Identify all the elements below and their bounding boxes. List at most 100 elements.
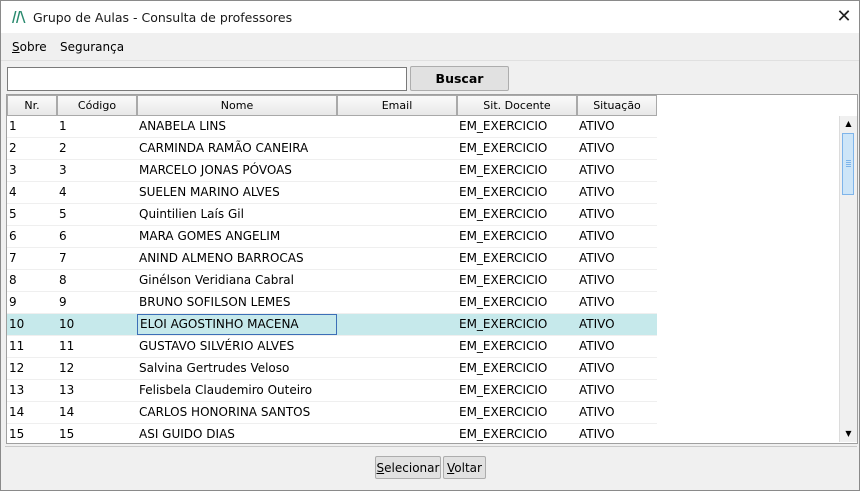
cell-nr[interactable]: 10 bbox=[7, 314, 57, 335]
cell-situacao[interactable]: ATIVO bbox=[577, 182, 657, 203]
scroll-up-icon[interactable]: ▲ bbox=[840, 116, 857, 132]
cell-email[interactable] bbox=[337, 358, 457, 379]
cell-nr[interactable]: 2 bbox=[7, 138, 57, 159]
cell-nome[interactable]: BRUNO SOFILSON LEMES bbox=[137, 292, 337, 313]
cell-email[interactable] bbox=[337, 116, 457, 137]
cell-sit-docente[interactable]: EM_EXERCICIO bbox=[457, 204, 577, 225]
cell-nr[interactable]: 13 bbox=[7, 380, 57, 401]
cell-nr[interactable]: 15 bbox=[7, 424, 57, 443]
select-button[interactable]: Selecionar bbox=[375, 456, 441, 479]
table-row[interactable]: 8 8 Ginélson Veridiana Cabral EM_EXERCICIO A… bbox=[7, 270, 657, 292]
cell-nome[interactable]: Ginélson Veridiana Cabral bbox=[137, 270, 337, 291]
cell-sit-docente[interactable]: EM_EXERCICIO bbox=[457, 138, 577, 159]
cell-sit-docente[interactable]: EM_EXERCICIO bbox=[457, 226, 577, 247]
cell-situacao[interactable]: ATIVO bbox=[577, 314, 657, 335]
cell-nome[interactable]: CARLOS HONORINA SANTOS bbox=[137, 402, 337, 423]
cell-codigo[interactable]: 11 bbox=[57, 336, 137, 357]
cell-nr[interactable]: 6 bbox=[7, 226, 57, 247]
cell-codigo[interactable]: 13 bbox=[57, 380, 137, 401]
cell-codigo[interactable]: 14 bbox=[57, 402, 137, 423]
cell-situacao[interactable]: ATIVO bbox=[577, 402, 657, 423]
table-row[interactable]: 5 5 Quintilien Laís Gil EM_EXERCICIO ATIVO bbox=[7, 204, 657, 226]
cell-nome[interactable]: Felisbela Claudemiro Outeiro bbox=[137, 380, 337, 401]
cell-email[interactable] bbox=[337, 402, 457, 423]
cell-sit-docente[interactable]: EM_EXERCICIO bbox=[457, 160, 577, 181]
cell-situacao[interactable]: ATIVO bbox=[577, 138, 657, 159]
cell-sit-docente[interactable]: EM_EXERCICIO bbox=[457, 248, 577, 269]
table-row[interactable]: 3 3 MARCELO JONAS PÓVOAS EM_EXERCICIO ATIVO bbox=[7, 160, 657, 182]
cell-nr[interactable]: 12 bbox=[7, 358, 57, 379]
table-row[interactable]: 15 15 ASI GUIDO DIAS EM_EXERCICIO ATIVO bbox=[7, 424, 657, 443]
table-row[interactable]: 14 14 CARLOS HONORINA SANTOS EM_EXERCICIO AT… bbox=[7, 402, 657, 424]
column-header-nome[interactable]: Nome bbox=[137, 95, 337, 116]
cell-email[interactable] bbox=[337, 336, 457, 357]
cell-sit-docente[interactable]: EM_EXERCICIO bbox=[457, 314, 577, 335]
cell-codigo[interactable]: 5 bbox=[57, 204, 137, 225]
cell-codigo[interactable]: 6 bbox=[57, 226, 137, 247]
column-header-situacao[interactable]: Situação bbox=[577, 95, 657, 116]
column-header-sit-docente[interactable]: Sit. Docente bbox=[457, 95, 577, 116]
cell-email[interactable] bbox=[337, 204, 457, 225]
cell-nr[interactable]: 11 bbox=[7, 336, 57, 357]
table-row[interactable]: 12 12 Salvina Gertrudes Veloso EM_EXERCICIO… bbox=[7, 358, 657, 380]
cell-nr[interactable]: 1 bbox=[7, 116, 57, 137]
cell-email[interactable] bbox=[337, 182, 457, 203]
cell-situacao[interactable]: ATIVO bbox=[577, 270, 657, 291]
table-row[interactable]: 13 13 Felisbela Claudemiro Outeiro EM_EXERC… bbox=[7, 380, 657, 402]
cell-codigo[interactable]: 1 bbox=[57, 116, 137, 137]
cell-nome[interactable]: MARA GOMES ANGELIM bbox=[137, 226, 337, 247]
table-row[interactable]: 11 11 GUSTAVO SILVÉRIO ALVES EM_EXERCICIO AT… bbox=[7, 336, 657, 358]
cell-nome[interactable]: GUSTAVO SILVÉRIO ALVES bbox=[137, 336, 337, 357]
cell-codigo[interactable]: 10 bbox=[57, 314, 137, 335]
cell-codigo[interactable]: 15 bbox=[57, 424, 137, 443]
cell-email[interactable] bbox=[337, 248, 457, 269]
cell-nr[interactable]: 9 bbox=[7, 292, 57, 313]
cell-email[interactable] bbox=[337, 314, 457, 335]
cell-sit-docente[interactable]: EM_EXERCICIO bbox=[457, 270, 577, 291]
cell-codigo[interactable]: 4 bbox=[57, 182, 137, 203]
column-header-nr[interactable]: Nr. bbox=[7, 95, 57, 116]
close-icon[interactable]: ✕ bbox=[829, 1, 859, 33]
cell-nome[interactable]: ANABELA LINS bbox=[137, 116, 337, 137]
column-header-email[interactable]: Email bbox=[337, 95, 457, 116]
table-row[interactable]: 9 9 BRUNO SOFILSON LEMES EM_EXERCICIO ATIVO bbox=[7, 292, 657, 314]
cell-codigo[interactable]: 12 bbox=[57, 358, 137, 379]
table-row[interactable]: 2 2 CARMINDA RAMÃO CANEIRA EM_EXERCICIO ATIV… bbox=[7, 138, 657, 160]
cell-email[interactable] bbox=[337, 226, 457, 247]
table-row[interactable]: 10 10 ELOI AGOSTINHO MACENA EM_EXERCICIO ATI… bbox=[7, 314, 657, 336]
cell-sit-docente[interactable]: EM_EXERCICIO bbox=[457, 182, 577, 203]
cell-codigo[interactable]: 3 bbox=[57, 160, 137, 181]
cell-nr[interactable]: 8 bbox=[7, 270, 57, 291]
back-button[interactable]: Voltar bbox=[443, 456, 486, 479]
menu-seguranca[interactable]: Segurança bbox=[60, 40, 124, 54]
table-row[interactable]: 7 7 ANIND ALMENO BARROCAS EM_EXERCICIO ATIVO bbox=[7, 248, 657, 270]
scroll-thumb[interactable] bbox=[842, 133, 854, 195]
cell-nr[interactable]: 14 bbox=[7, 402, 57, 423]
cell-email[interactable] bbox=[337, 270, 457, 291]
cell-nome[interactable]: Salvina Gertrudes Veloso bbox=[137, 358, 337, 379]
cell-situacao[interactable]: ATIVO bbox=[577, 248, 657, 269]
cell-sit-docente[interactable]: EM_EXERCICIO bbox=[457, 424, 577, 443]
scroll-down-icon[interactable]: ▼ bbox=[840, 426, 857, 442]
cell-nome[interactable]: CARMINDA RAMÃO CANEIRA bbox=[137, 138, 337, 159]
cell-codigo[interactable]: 2 bbox=[57, 138, 137, 159]
table-row[interactable]: 4 4 SUELEN MARINO ALVES EM_EXERCICIO ATIVO bbox=[7, 182, 657, 204]
cell-nome[interactable]: SUELEN MARINO ALVES bbox=[137, 182, 337, 203]
cell-situacao[interactable]: ATIVO bbox=[577, 204, 657, 225]
vertical-scrollbar[interactable]: ▲ ▼ bbox=[839, 116, 857, 442]
cell-situacao[interactable]: ATIVO bbox=[577, 424, 657, 443]
cell-sit-docente[interactable]: EM_EXERCICIO bbox=[457, 336, 577, 357]
cell-situacao[interactable]: ATIVO bbox=[577, 160, 657, 181]
cell-email[interactable] bbox=[337, 380, 457, 401]
search-button[interactable]: Buscar bbox=[410, 66, 509, 91]
cell-situacao[interactable]: ATIVO bbox=[577, 292, 657, 313]
table-row[interactable]: 1 1 ANABELA LINS EM_EXERCICIO ATIVO bbox=[7, 116, 657, 138]
cell-email[interactable] bbox=[337, 138, 457, 159]
cell-sit-docente[interactable]: EM_EXERCICIO bbox=[457, 292, 577, 313]
cell-nr[interactable]: 5 bbox=[7, 204, 57, 225]
cell-nome[interactable]: Quintilien Laís Gil bbox=[137, 204, 337, 225]
cell-email[interactable] bbox=[337, 424, 457, 443]
cell-sit-docente[interactable]: EM_EXERCICIO bbox=[457, 402, 577, 423]
search-input[interactable] bbox=[7, 67, 407, 91]
cell-nome[interactable]: ELOI AGOSTINHO MACENA bbox=[137, 314, 337, 335]
